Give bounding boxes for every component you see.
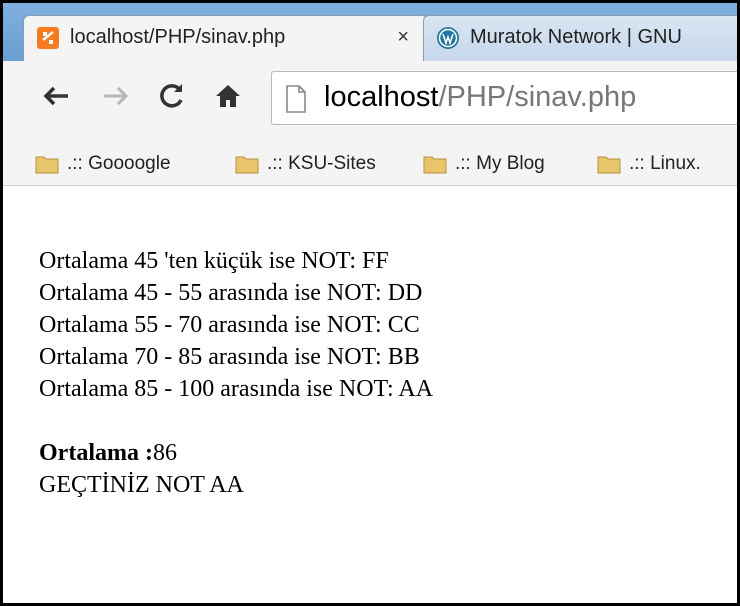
home-icon xyxy=(216,85,240,107)
bookmark-label: .:: Linux. xyxy=(629,153,701,174)
address-bar[interactable]: localhost/PHP/sinav.php xyxy=(271,71,737,125)
home-button[interactable] xyxy=(211,79,245,113)
page-icon xyxy=(286,85,306,113)
wordpress-icon xyxy=(437,27,459,49)
bookmark-label: .:: KSU-Sites xyxy=(267,153,376,174)
reload-button[interactable] xyxy=(155,79,189,113)
grade-rule: Ortalama 85 - 100 arasında ise NOT: AA xyxy=(39,376,434,402)
reload-icon xyxy=(160,84,183,108)
bookmark-folder-goooogle[interactable]: .:: Goooogle xyxy=(35,149,171,179)
tab-strip: localhost/PHP/sinav.php × Muratok Networ… xyxy=(3,3,737,61)
tab-title: Muratok Network | GNU xyxy=(470,26,682,48)
forward-button[interactable] xyxy=(99,79,133,113)
bookmark-folder-linux[interactable]: .:: Linux. xyxy=(597,149,701,179)
url-host: localhost xyxy=(324,81,439,113)
browser-window: localhost/PHP/sinav.php × Muratok Networ… xyxy=(0,0,740,606)
average-result: Ortalama :86 xyxy=(39,437,729,469)
average-label: Ortalama : xyxy=(39,440,153,466)
grade-rule: Ortalama 70 - 85 arasında ise NOT: BB xyxy=(39,344,420,370)
grade-rule: Ortalama 45 'ten küçük ise NOT: FF xyxy=(39,248,389,274)
url-text: localhost/PHP/sinav.php xyxy=(324,81,636,114)
grade-rule: Ortalama 55 - 70 arasında ise NOT: CC xyxy=(39,312,420,338)
folder-icon xyxy=(35,156,59,174)
tab-title: localhost/PHP/sinav.php xyxy=(70,26,286,48)
close-tab-icon[interactable]: × xyxy=(397,26,409,49)
back-arrow-icon xyxy=(43,86,68,106)
bookmark-label: .:: My Blog xyxy=(455,153,545,174)
folder-icon xyxy=(597,156,621,174)
grade-rule: Ortalama 45 - 55 arasında ise NOT: DD xyxy=(39,280,423,306)
bookmark-label: .:: Goooogle xyxy=(67,153,171,174)
back-button[interactable] xyxy=(39,79,73,113)
xampp-icon xyxy=(37,27,59,49)
page-content: Ortalama 45 'ten küçük ise NOT: FF Ortal… xyxy=(39,245,729,501)
forward-arrow-icon xyxy=(104,86,129,106)
folder-icon xyxy=(235,156,259,174)
tab-inactive[interactable]: Muratok Network | GNU xyxy=(423,15,737,61)
bookmarks-bar: .:: Goooogle .:: KSU-Sites .:: My Blog .… xyxy=(3,141,737,186)
average-value: 86 xyxy=(152,440,177,466)
url-path: /PHP/sinav.php xyxy=(438,81,637,113)
bookmark-folder-my-blog[interactable]: .:: My Blog xyxy=(423,149,545,179)
toolbar: localhost/PHP/sinav.php xyxy=(3,61,737,141)
bookmark-folder-ksu-sites[interactable]: .:: KSU-Sites xyxy=(235,149,376,179)
result-text: GEÇTİNİZ NOT AA xyxy=(39,472,244,498)
tab-active[interactable]: localhost/PHP/sinav.php × xyxy=(23,15,428,61)
folder-icon xyxy=(423,156,447,174)
